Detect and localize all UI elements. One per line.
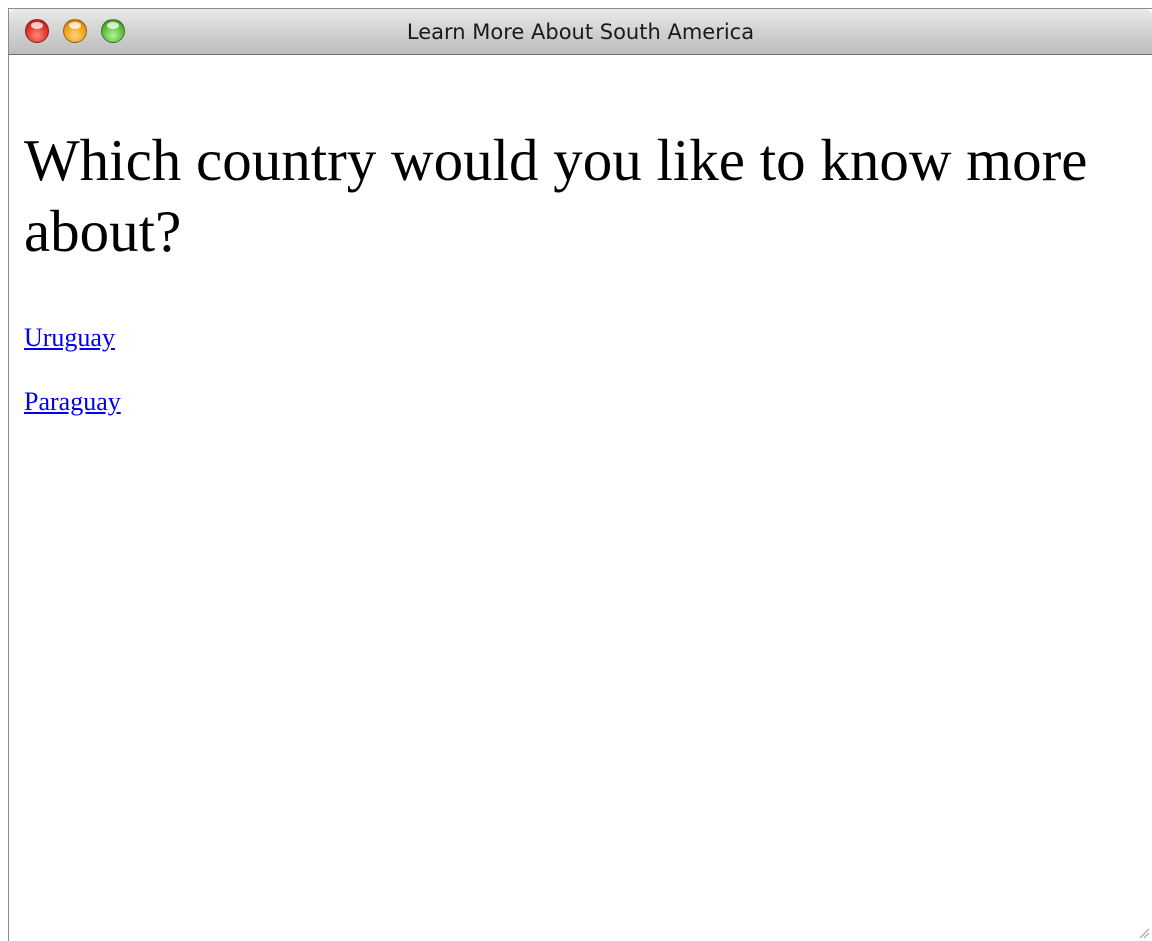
uruguay-link[interactable]: Uruguay (24, 323, 115, 353)
page-content: Which country would you like to know mor… (9, 55, 1152, 941)
paraguay-link[interactable]: Paraguay (24, 387, 121, 417)
title-bar[interactable]: Learn More About South America (9, 9, 1152, 55)
page-heading: Which country would you like to know mor… (24, 127, 1088, 264)
window-title: Learn More About South America (406, 20, 755, 44)
browser-window: Learn More About South America Which cou… (8, 8, 1152, 941)
resize-grip-icon[interactable] (1138, 927, 1150, 939)
